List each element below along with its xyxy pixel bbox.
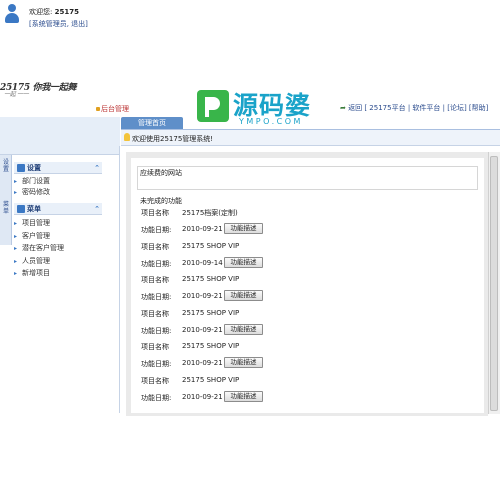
brand-domain: YMPO.COM <box>239 117 303 126</box>
collapse-icon[interactable]: ⌃ <box>94 203 100 215</box>
help-link[interactable]: [帮助] <box>469 104 488 112</box>
sidebar-item-label: 项目管理 <box>22 219 51 227</box>
project-name-value: 25175 SHOP VIP <box>182 342 240 350</box>
backend-dot-icon <box>96 107 100 111</box>
brand-p-icon <box>197 90 229 122</box>
sidebar-divider <box>119 146 120 413</box>
logo-subtext: 一起 一一 <box>4 91 29 98</box>
sidebar-item-potential-customers[interactable]: ▸ 潜在客户管理 <box>14 243 64 253</box>
project-date-label: 功能日期: <box>141 327 172 335</box>
bullet-icon: ▸ <box>14 233 18 240</box>
vtab-settings[interactable]: 设置 <box>1 159 11 173</box>
renewal-section <box>137 166 478 190</box>
sidebar-item-label: 新增项目 <box>22 269 51 277</box>
sidebar-group-title: 菜单 <box>27 205 41 213</box>
bullet-icon: ▸ <box>14 258 18 265</box>
tab-admin-home[interactable]: 管理首页 <box>121 117 183 129</box>
sidebar-group-menu[interactable]: 菜单 ⌃ <box>14 203 102 215</box>
forum-link[interactable]: | [论坛] <box>443 104 467 112</box>
project-name-label: 项目名称 <box>141 310 169 318</box>
project-date-value: 2010-09-14 <box>182 259 223 267</box>
bullet-icon: ▸ <box>14 270 18 277</box>
top-links: ➦ 返回 [ 25175平台 | 软件平台 | [论坛] [帮助] <box>340 103 488 113</box>
function-description-button[interactable]: 功能描述 <box>224 357 263 368</box>
bullet-icon: ▸ <box>14 220 18 227</box>
return-link[interactable]: 返回 <box>348 104 362 112</box>
welcome-notice: 欢迎使用25175管理系统! <box>132 135 214 143</box>
user-avatar-icon <box>4 4 19 24</box>
welcome-text: 欢迎您: 25175 <box>29 7 79 17</box>
sidebar-item-password[interactable]: ▸ 密码修改 <box>14 187 50 197</box>
brand-watermark: 源码婆 YMPO.COM <box>197 86 322 128</box>
username: 25175 <box>54 8 79 16</box>
backend-title: 后台管理 <box>96 104 129 114</box>
sidebar-item-label: 部门设置 <box>22 177 51 185</box>
unfinished-section-title: 未完成的功能 <box>140 197 182 205</box>
welcome-label: 欢迎您: <box>29 8 53 16</box>
sidebar-vertical-tabs: 设置 菜单 <box>0 155 12 245</box>
project-date-value: 2010-09-21 <box>182 326 223 334</box>
sidebar-item-department[interactable]: ▸ 部门设置 <box>14 176 50 186</box>
project-date-label: 功能日期: <box>141 260 172 268</box>
return-arrow-icon: ➦ <box>340 104 346 112</box>
project-name-value: 25175 SHOP VIP <box>182 376 240 384</box>
function-description-button[interactable]: 功能描述 <box>224 223 263 234</box>
function-description-button[interactable]: 功能描述 <box>224 324 263 335</box>
function-description-button[interactable]: 功能描述 <box>224 391 263 402</box>
project-name-label: 项目名称 <box>141 343 169 351</box>
project-name-label: 项目名称 <box>141 377 169 385</box>
bullet-icon: ▸ <box>14 189 18 196</box>
sidebar-item-label: 密码修改 <box>22 188 51 196</box>
bullet-icon: ▸ <box>14 245 18 252</box>
sidebar-item-new-project[interactable]: ▸ 新增项目 <box>14 268 50 278</box>
bullet-icon: ▸ <box>14 178 18 185</box>
sidebar-item-customers[interactable]: ▸ 客户管理 <box>14 231 50 241</box>
user-role-logout-link[interactable]: [系统管理员, 退出] <box>29 19 88 29</box>
renewal-section-title: 应续费的网站 <box>140 169 182 177</box>
vtab-menu[interactable]: 菜单 <box>1 201 11 215</box>
project-date-value: 2010-09-21 <box>182 393 223 401</box>
project-name-value: 25175 SHOP VIP <box>182 242 240 250</box>
function-description-button[interactable]: 功能描述 <box>224 257 263 268</box>
project-date-value: 2010-09-21 <box>182 225 223 233</box>
settings-group-icon <box>17 164 25 172</box>
project-name-label: 项目名称 <box>141 243 169 251</box>
sidebar-item-label: 人员管理 <box>22 257 51 265</box>
project-name-value: 25175 SHOP VIP <box>182 275 240 283</box>
menu-group-icon <box>17 205 25 213</box>
user-panel <box>0 117 120 155</box>
project-name-value: 25175 SHOP VIP <box>182 309 240 317</box>
sidebar-item-label: 客户管理 <box>22 232 51 240</box>
sidebar-group-title: 设置 <box>27 164 41 172</box>
collapse-icon[interactable]: ⌃ <box>94 162 100 174</box>
project-date-label: 功能日期: <box>141 293 172 301</box>
project-date-label: 功能日期: <box>141 360 172 368</box>
lightbulb-icon <box>124 133 130 141</box>
backend-title-text: 后台管理 <box>101 105 129 113</box>
project-date-label: 功能日期: <box>141 394 172 402</box>
sidebar-item-projects[interactable]: ▸ 项目管理 <box>14 218 50 228</box>
software-link[interactable]: | 软件平台 <box>408 104 441 112</box>
project-date-label: 功能日期: <box>141 226 172 234</box>
sidebar-group-settings[interactable]: 设置 ⌃ <box>14 162 102 174</box>
sidebar-item-staff[interactable]: ▸ 人员管理 <box>14 256 50 266</box>
project-name-value: 25175档案(定制) <box>182 209 238 217</box>
project-date-value: 2010-09-21 <box>182 292 223 300</box>
scroll-thumb[interactable] <box>490 156 498 411</box>
project-name-label: 项目名称 <box>141 276 169 284</box>
project-name-label: 项目名称 <box>141 209 169 217</box>
platform-link[interactable]: [ 25175平台 <box>364 104 405 112</box>
function-description-button[interactable]: 功能描述 <box>224 290 263 301</box>
main-panel <box>131 158 484 413</box>
project-date-value: 2010-09-21 <box>182 359 223 367</box>
sidebar-item-label: 潜在客户管理 <box>22 244 65 252</box>
site-logo: 25175 你我一起舞 一起 一一 <box>0 80 84 98</box>
